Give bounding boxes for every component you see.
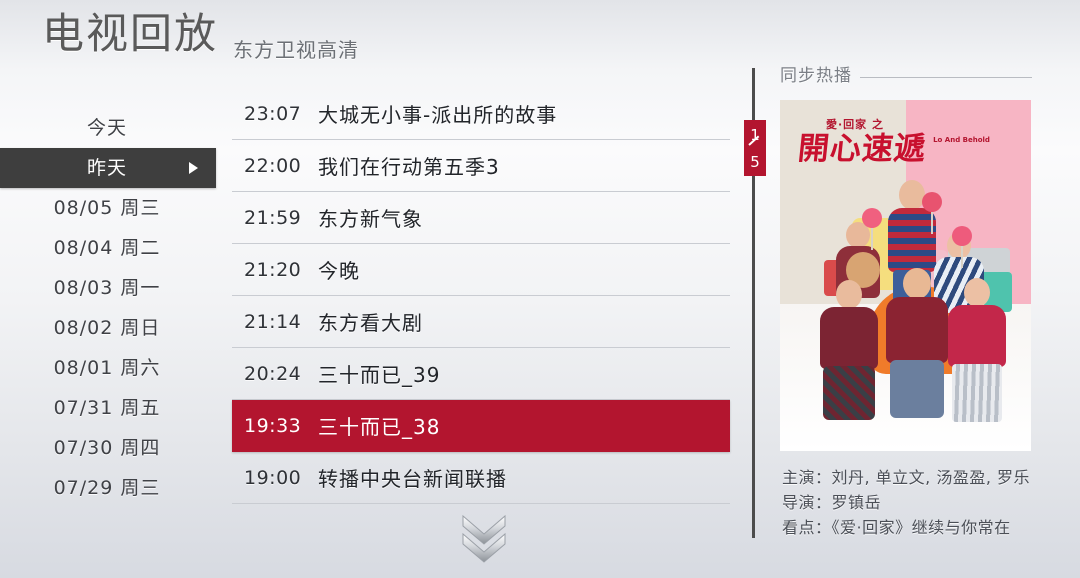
date-item-0[interactable]: 今天 [0, 108, 216, 148]
program-title: 我们在行动第五季3 [318, 155, 500, 179]
program-time: 23:07 [244, 102, 302, 125]
poster-figure-legs [890, 360, 944, 418]
scroll-down-button[interactable] [455, 512, 513, 564]
date-item-4[interactable]: 08/03 周一 [0, 268, 216, 308]
poster-figure-front-center [884, 268, 950, 418]
poster-figure-head [903, 268, 931, 299]
double-chevron-down-icon [462, 514, 506, 563]
date-item-7[interactable]: 07/31 周五 [0, 388, 216, 428]
poster-figure-body [948, 305, 1006, 367]
poster-figure-legs [823, 366, 875, 420]
promo-header-rule [860, 76, 1032, 78]
channel-name-label: 东方卫视高清 [233, 38, 359, 62]
date-item-label: 08/01 周六 [53, 357, 161, 379]
date-item-label: 08/03 周一 [53, 277, 161, 299]
program-time: 19:33 [244, 414, 302, 437]
program-time: 19:00 [244, 466, 302, 489]
poster-figure-front-right [946, 278, 1008, 424]
program-row[interactable]: 22:00 我们在行动第五季3 [232, 140, 730, 192]
poster-figure-legs [952, 364, 1002, 422]
program-title: 三十而已_38 [318, 415, 441, 439]
date-item-label: 08/02 周日 [53, 317, 161, 339]
poster-figure-head [899, 180, 925, 210]
program-time: 22:00 [244, 154, 302, 177]
date-item-5[interactable]: 08/02 周日 [0, 308, 216, 348]
promo-header: 同步热播 [780, 60, 1032, 86]
program-time: 20:24 [244, 362, 302, 385]
program-time: 21:59 [244, 206, 302, 229]
promo-panel: 同步热播 愛·回家 之 開心速遞 Lo And Behold 主演：刘丹, 单立… [780, 60, 1032, 540]
poster-logo: 愛·回家 之 開心速遞 Lo And Behold [796, 116, 1013, 167]
program-row[interactable]: 21:14 东方看大剧 [232, 296, 730, 348]
credit-line: 看点：《爱·回家》继续与你常在 [782, 518, 1011, 537]
program-row[interactable]: 20:24 三十而已_39 [232, 348, 730, 400]
page-slash-icon [748, 143, 762, 154]
page-indicator-badge: 1 5 [744, 120, 766, 176]
credit-line: 导演：罗镇岳 [782, 493, 882, 512]
date-item-label: 今天 [86, 117, 127, 139]
poster-figure-head [836, 280, 862, 309]
poster-figure-body [888, 208, 936, 272]
promo-credits: 主演：刘丹, 单立文, 汤盈盈, 罗乐 导演：罗镇岳看点：《爱·回家》继续与你常在 [780, 465, 1032, 540]
poster-lollipop-1 [862, 208, 882, 228]
program-row[interactable]: 21:20 今晚 [232, 244, 730, 296]
page-title: 电视回放 [42, 9, 219, 58]
poster-figure-body [886, 297, 948, 363]
poster-logo-subtitle: 愛·回家 之 [826, 118, 885, 131]
program-row[interactable]: 23:07 大城无小事-派出所的故事 [232, 88, 730, 140]
promo-header-label: 同步热播 [780, 65, 852, 86]
date-item-9[interactable]: 07/29 周三 [0, 468, 216, 508]
date-item-8[interactable]: 07/30 周四 [0, 428, 216, 468]
poster-figure-body [820, 307, 878, 369]
program-title: 东方新气象 [318, 207, 423, 231]
date-item-label: 08/04 周二 [53, 237, 161, 259]
poster-figure-head [964, 278, 990, 307]
poster-figure-front-left [818, 280, 880, 420]
date-item-6[interactable]: 08/01 周六 [0, 348, 216, 388]
poster-lollipop-2 [922, 192, 942, 212]
program-time: 21:20 [244, 258, 302, 281]
date-item-label: 昨天 [86, 157, 127, 179]
program-title: 大城无小事-派出所的故事 [318, 103, 558, 127]
program-title: 转播中央台新闻联播 [318, 467, 507, 491]
program-row[interactable]: 19:33 三十而已_38 [232, 400, 730, 452]
program-title: 东方看大剧 [318, 311, 423, 335]
date-item-1[interactable]: 昨天 [0, 148, 216, 188]
program-time: 21:14 [244, 310, 302, 333]
date-item-label: 07/31 周五 [53, 397, 161, 419]
date-item-3[interactable]: 08/04 周二 [0, 228, 216, 268]
poster-logo-title: 開心速遞 [796, 131, 928, 167]
program-row[interactable]: 21:59 东方新气象 [232, 192, 730, 244]
date-item-label: 07/30 周四 [53, 437, 161, 459]
program-list: 23:07 大城无小事-派出所的故事 22:00 我们在行动第五季3 21:59 东方新气… [232, 88, 730, 504]
program-title: 三十而已_39 [318, 363, 441, 387]
date-item-2[interactable]: 08/05 周三 [0, 188, 216, 228]
program-row[interactable]: 19:00 转播中央台新闻联播 [232, 452, 730, 504]
promo-poster[interactable]: 愛·回家 之 開心速遞 Lo And Behold [780, 100, 1031, 451]
date-sidebar: 今天昨天 08/05 周三 08/04 周二 08/03 周一 08/02 周日 08/0… [0, 108, 216, 508]
page-total: 5 [750, 152, 760, 171]
date-item-label: 08/05 周三 [53, 197, 161, 219]
program-title: 今晚 [318, 259, 360, 283]
poster-logo-english: Lo And Behold [933, 136, 990, 144]
chevron-right-icon [189, 162, 198, 174]
poster-lollipop-3 [952, 226, 972, 246]
credit-line: 主演：刘丹, 单立文, 汤盈盈, 罗乐 [782, 468, 1031, 487]
date-item-label: 07/29 周三 [53, 477, 161, 499]
